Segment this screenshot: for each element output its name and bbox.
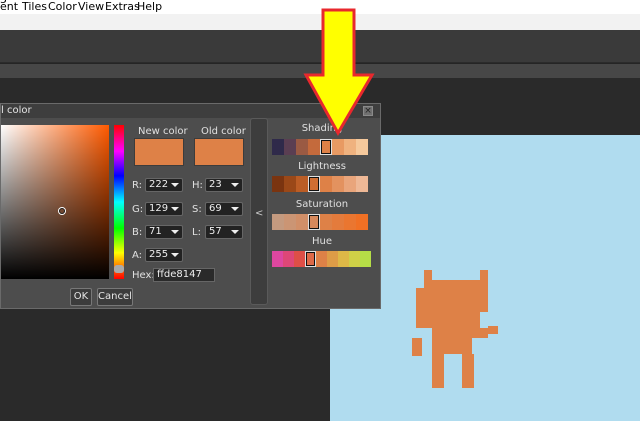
annotation-arrow [303, 8, 375, 137]
arrow-down-icon [303, 8, 375, 137]
